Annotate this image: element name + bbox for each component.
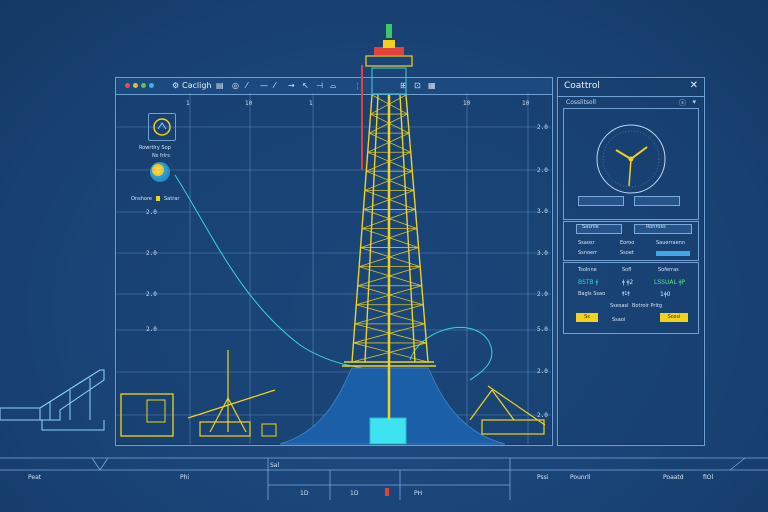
pump-jack-left [187,350,276,437]
row5-left: BSTB ǂ [578,279,599,286]
bottom-sub-3: PH [414,490,423,497]
bottom-label-1: Peat [28,474,42,481]
row1-left: Sasrile [582,224,599,230]
row7-left: Ssesasl [610,303,629,309]
close-icon[interactable]: ✕ [690,80,698,91]
row3-left: Ssnoerr [578,250,598,256]
bottom-sub-1: 1D [300,490,309,497]
trajectory-curve [174,174,391,373]
crown-cap [386,24,392,38]
row8-mid: Ssaoi [612,317,626,323]
crown-deck [365,55,413,67]
bottom-panel-lines [0,457,768,500]
row2-right: Sauerraenn [656,240,685,246]
row6-right: 1ǂ0 [660,291,671,298]
bottom-label-3: Sal [270,462,280,469]
row6-left: Bagls Ssao [578,291,606,297]
grid-lines [115,93,551,444]
traveling-block [371,67,407,95]
generator-panel [146,399,166,423]
bottom-label-6: Poaatd [663,474,684,481]
bottom-label-2: Phi [180,474,190,481]
row4-mid: Sofl [622,267,632,273]
bottom-label-5: Pounrll [570,474,591,481]
row7-mid: Botroir Pritg [632,303,662,309]
row3-mid: Ssoet [620,250,634,256]
bottom-sub-2: 1D [350,490,359,497]
row1-right: Ronross [646,224,666,230]
readout-bar [656,251,690,256]
ramp-structure [0,369,105,431]
control-panel-subtitle: Cosslitsoll [566,99,596,106]
gauge-readout-left [578,196,624,206]
bottom-label-7: fiOl [703,474,714,481]
row5-mid: ǂ ǂ2 [622,279,634,286]
left-tank [261,423,277,437]
crown-top [383,40,395,48]
bottom-marker [385,488,389,496]
info-icon[interactable]: ⓢ [679,98,686,108]
gauge-readout-right [634,196,680,206]
wellhead-base [369,417,407,445]
left-action-button[interactable]: Ss [576,313,598,322]
control-panel-header: Coattrol ✕ [558,78,704,97]
row2-mid: Eoroo [620,240,635,246]
row2-left: Ssaosr [578,240,595,246]
readout-section-1: Sasrile Ronross Ssaosr Eoroo Sauerraenn … [563,221,699,261]
readout-section-2: Tsolnne Sofl Soferras BSTB ǂ ǂ ǂ2 LSSUAL… [563,262,699,334]
control-panel-title: Coattrol [564,81,600,91]
row6-mid: ǂ1ǂ [622,291,630,297]
row4-right: Soferras [658,267,679,273]
row4-left: Tsolnne [578,267,597,273]
row5-right: LSSUAL ǂP [654,279,686,286]
crown-block [374,47,404,55]
right-action-button[interactable]: Sossi [660,313,688,322]
dropdown-icon[interactable]: ▾ [692,98,696,106]
bottom-label-4: Pssi [537,474,549,481]
pump-jack-right [469,385,546,435]
